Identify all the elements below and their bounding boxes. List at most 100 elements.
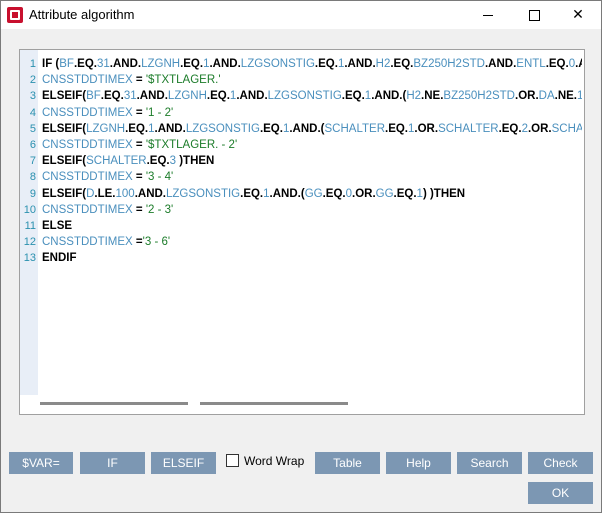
code-token-keyword: = [132, 74, 146, 87]
line-number: 7 [29, 155, 36, 168]
code-token-keyword: .EQ. [125, 122, 149, 135]
code-token-keyword: = [132, 171, 146, 184]
code-line[interactable]: 11 ELSE [20, 218, 582, 234]
code-token-keyword: .AND. [344, 58, 376, 70]
scrollbar-thumb-secondary[interactable] [200, 402, 348, 405]
code-token-variable: GG [304, 187, 323, 200]
attribute-algorithm-dialog: Attribute algorithm ✕ 1 IF (BF.EQ.31.AND.… [0, 0, 602, 513]
code-line[interactable]: 3 ELSEIF(BF.EQ.31.AND.LZGNH.EQ.1.AND.LZGS… [20, 88, 582, 104]
code-token-keyword: ) )THEN [422, 187, 466, 200]
code-token-keyword: .AND.( [371, 90, 407, 103]
code-text: CNSSTDDTIMEX = '2 - 3' [42, 202, 173, 218]
code-token-keyword: .EQ. [206, 90, 230, 103]
close-icon: ✕ [572, 7, 584, 23]
maximize-icon [528, 9, 540, 21]
line-number: 1 [29, 58, 36, 70]
code-token-variable: BF [86, 90, 101, 103]
app-icon [7, 7, 23, 23]
code-token-string: '$TXTLAGER. - 2' [145, 138, 238, 151]
code-token-variable: SCHALTI [551, 122, 582, 135]
code-token-keyword: .EQ. [146, 155, 170, 168]
code-token-string: '$TXTLAGER.' [145, 74, 221, 87]
code-token-keyword: .AND. [109, 58, 142, 70]
elseif-button[interactable]: ELSEIF [151, 452, 216, 474]
close-button[interactable]: ✕ [555, 1, 601, 29]
code-token-keyword: .NE. [554, 90, 577, 103]
code-line[interactable]: 7 ELSEIF(SCHALTER.EQ.3 )THEN [20, 153, 582, 169]
code-token-string: '3 - 6' [142, 236, 171, 249]
code-text: CNSSTDDTIMEX ='3 - 6' [42, 234, 170, 250]
code-line[interactable]: 12 CNSSTDDTIMEX ='3 - 6' [20, 234, 582, 250]
code-line[interactable]: 10 CNSSTDDTIMEX = '2 - 3' [20, 202, 582, 218]
var-button[interactable]: $VAR= [9, 452, 73, 474]
code-text: IF (BF.EQ.31.AND.LZGNH.EQ.1.AND.LZGSONST… [42, 56, 582, 72]
code-token-variable: CNSSTDDTIMEX [42, 138, 133, 151]
code-token-variable: ENTL [516, 58, 546, 70]
code-token-keyword: .OR. [515, 90, 539, 103]
code-token-keyword: = [132, 138, 146, 151]
ok-button[interactable]: OK [528, 482, 593, 504]
line-number: 13 [23, 252, 36, 265]
code-token-keyword: .AND.( [269, 187, 305, 200]
code-token-variable: BZ250H2STD [443, 90, 515, 103]
code-token-keyword: .AND. [209, 58, 241, 70]
code-editor[interactable]: 1 IF (BF.EQ.31.AND.LZGNH.EQ.1.AND.LZGSONS… [19, 49, 585, 415]
code-token-variable: LZGNH [141, 58, 181, 70]
line-number: 9 [29, 187, 36, 200]
code-line[interactable]: 13 ENDIF [20, 250, 582, 266]
line-number: 3 [29, 90, 36, 103]
code-line[interactable]: 1 IF (BF.EQ.31.AND.LZGNH.EQ.1.AND.LZGSONS… [20, 56, 582, 72]
line-number: 5 [29, 122, 36, 135]
code-token-keyword: .EQ. [385, 122, 409, 135]
code-token-variable: BZ250H2STD [413, 58, 485, 70]
code-token-keyword: )THEN [176, 155, 215, 168]
line-number: 6 [29, 138, 36, 151]
code-token-variable: 100 [115, 187, 135, 200]
code-token-keyword: .AND.( [289, 122, 325, 135]
code-text: ELSEIF(D.LE.100.AND.LZGSONSTIG.EQ.1.AND.… [42, 186, 465, 202]
code-text: ENDIF [42, 250, 77, 266]
code-token-keyword: .NE. [421, 90, 444, 103]
code-line[interactable]: 2 CNSSTDDTIMEX = '$TXTLAGER.' [20, 72, 582, 88]
code-token-keyword: .AND. [484, 58, 517, 70]
code-token-keyword: .EQ. [545, 58, 569, 70]
minimize-icon [483, 14, 493, 16]
code-token-keyword: .EQ. [73, 58, 97, 70]
line-number: 2 [29, 74, 36, 87]
code-token-keyword: .AND. [154, 122, 186, 135]
table-button[interactable]: Table [315, 452, 380, 474]
code-token-keyword: = [132, 203, 146, 216]
code-token-variable: H2 [406, 90, 422, 103]
code-token-variable: LZGSONSTIG [267, 90, 342, 103]
code-line[interactable]: 5 ELSEIF(LZGNH.EQ.1.AND.LZGSONSTIG.EQ.1.A… [20, 121, 582, 137]
word-wrap-checkbox[interactable] [226, 454, 239, 467]
code-token-string: '1 - 2' [145, 106, 174, 119]
code-line[interactable]: 9 ELSEIF(D.LE.100.AND.LZGSONSTIG.EQ.1.AND… [20, 186, 582, 202]
scrollbar-thumb[interactable] [40, 402, 188, 405]
code-token-keyword: .EQ. [240, 187, 264, 200]
horizontal-scrollbar[interactable] [20, 396, 582, 412]
minimize-button[interactable] [465, 1, 511, 29]
code-token-variable: DA [538, 90, 555, 103]
code-token-string: '3 - 4' [145, 171, 174, 184]
code-token-keyword: ELSEIF( [42, 122, 87, 135]
title-bar[interactable]: Attribute algorithm ✕ [1, 1, 601, 29]
code-token-keyword: .EQ. [322, 187, 346, 200]
code-token-variable: BF [59, 58, 74, 70]
code-token-keyword: .OR. [414, 122, 439, 135]
code-text: ELSEIF(SCHALTER.EQ.3 )THEN [42, 153, 214, 169]
search-button[interactable]: Search [457, 452, 522, 474]
code-token-keyword: = [132, 236, 143, 249]
code-line[interactable]: 8 CNSSTDDTIMEX = '3 - 4' [20, 169, 582, 185]
code-token-keyword: IF ( [42, 58, 60, 70]
code-token-keyword: .AND. [134, 187, 166, 200]
code-line[interactable]: 6 CNSSTDDTIMEX = '$TXTLAGER. - 2' [20, 137, 582, 153]
code-text: ELSEIF(BF.EQ.31.AND.LZGNH.EQ.1.AND.LZGSO… [42, 88, 582, 104]
code-token-keyword: .EQ. [390, 58, 414, 70]
check-button[interactable]: Check [528, 452, 593, 474]
if-button[interactable]: IF [80, 452, 145, 474]
code-area[interactable]: 1 IF (BF.EQ.31.AND.LZGNH.EQ.1.AND.LZGSONS… [20, 56, 582, 392]
help-button[interactable]: Help [386, 452, 451, 474]
code-line[interactable]: 4 CNSSTDDTIMEX = '1 - 2' [20, 105, 582, 121]
maximize-button[interactable] [511, 1, 557, 29]
